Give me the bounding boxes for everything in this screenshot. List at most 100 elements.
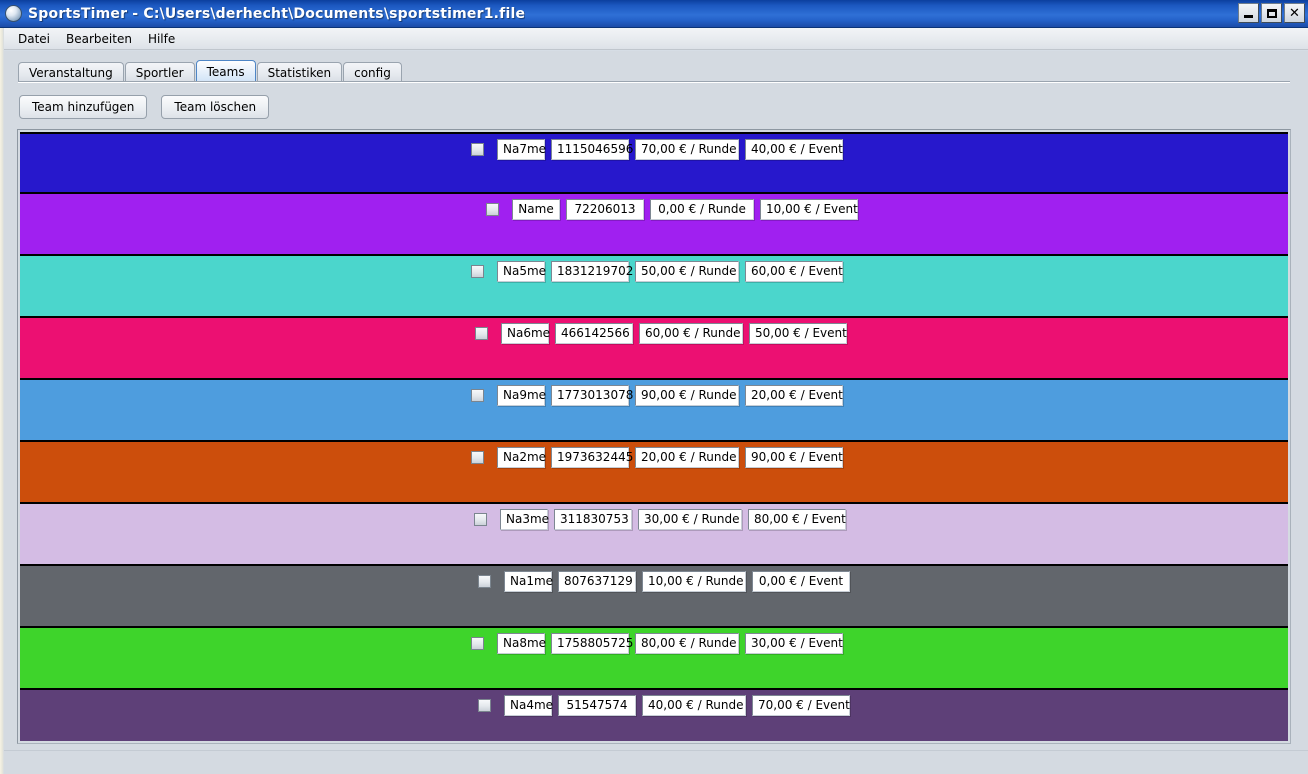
team-select-checkbox[interactable] — [478, 575, 491, 588]
tab-underline — [18, 81, 1290, 83]
team-name-input[interactable]: Na5me — [497, 261, 546, 282]
content-panel: Veranstaltung Sportler Teams Statistiken con… — [0, 51, 1308, 774]
team-price-per-round-input[interactable]: 60,00 € / Runde — [639, 323, 743, 344]
team-price-per-round-input[interactable]: 90,00 € / Runde — [635, 385, 739, 406]
team-name-input[interactable]: Na3me — [500, 509, 549, 530]
team-name-input[interactable]: Na4me — [504, 695, 553, 716]
team-select-checkbox[interactable] — [471, 451, 484, 464]
team-row[interactable]: Na3me 311830753 30,00 € / Runde 80,00 € / E… — [20, 504, 1288, 566]
team-select-checkbox[interactable] — [478, 699, 491, 712]
team-price-per-event-input[interactable]: 70,00 € / Event — [752, 695, 850, 716]
team-row-fields: Na5me 1831219702 50,00 € / Runde 60,00 € / … — [471, 261, 843, 282]
team-name-input[interactable]: Na8me — [497, 633, 546, 654]
app-globe-icon — [5, 5, 22, 22]
team-row[interactable]: Na4me 51547574 40,00 € / Runde 70,00 € / Ev… — [20, 690, 1288, 741]
team-row-fields: Na3me 311830753 30,00 € / Runde 80,00 € / E… — [474, 509, 846, 530]
team-id-input[interactable]: 311830753 — [554, 509, 632, 530]
team-name-input[interactable]: Na6me — [501, 323, 550, 344]
maximize-button[interactable] — [1261, 3, 1282, 23]
team-price-per-event-input[interactable]: 60,00 € / Event — [745, 261, 843, 282]
team-row-fields: Na2me 1973632445 20,00 € / Runde 90,00 € / … — [471, 447, 843, 468]
team-row[interactable]: Na9me 1773013078 90,00 € / Runde 20,00 € / … — [20, 380, 1288, 442]
team-price-per-round-input[interactable]: 70,00 € / Runde — [635, 139, 739, 160]
team-price-per-event-input[interactable]: 90,00 € / Event — [745, 447, 843, 468]
menu-bar: Datei Bearbeiten Hilfe — [0, 28, 1308, 50]
delete-team-button[interactable]: Team löschen — [161, 95, 270, 119]
team-name-input[interactable]: Name — [512, 199, 560, 220]
team-row[interactable]: Name 72206013 0,00 € / Runde 10,00 € / Even… — [20, 194, 1288, 256]
team-select-checkbox[interactable] — [486, 203, 499, 216]
team-price-per-round-input[interactable]: 30,00 € / Runde — [638, 509, 742, 530]
menu-item-hilfe[interactable]: Hilfe — [140, 30, 183, 48]
teams-list-frame: Na7me 1115046596 70,00 € / Runde 40,00 € / … — [17, 129, 1291, 744]
title-bar: SportsTimer - C:\Users\derhecht\Document… — [0, 0, 1308, 28]
team-price-per-event-input[interactable]: 10,00 € / Event — [760, 199, 858, 220]
team-name-input[interactable]: Na9me — [497, 385, 546, 406]
window-bottom-edge — [0, 750, 1308, 774]
team-row-fields: Na7me 1115046596 70,00 € / Runde 40,00 € / … — [471, 139, 843, 160]
team-id-input[interactable]: 1758805725 — [551, 633, 633, 654]
teams-list: Na7me 1115046596 70,00 € / Runde 40,00 € / … — [20, 132, 1288, 741]
team-row-fields: Name 72206013 0,00 € / Runde 10,00 € / Even… — [486, 199, 858, 220]
tab-statistiken[interactable]: Statistiken — [256, 62, 343, 83]
team-row-fields: Na8me 1758805725 80,00 € / Runde 30,00 € / … — [471, 633, 843, 654]
team-price-per-event-input[interactable]: 30,00 € / Event — [745, 633, 843, 654]
team-row[interactable]: Na7me 1115046596 70,00 € / Runde 40,00 € / … — [20, 132, 1288, 194]
team-id-input[interactable]: 51547574 — [558, 695, 636, 716]
tab-veranstaltung[interactable]: Veranstaltung — [18, 62, 124, 83]
team-select-checkbox[interactable] — [471, 265, 484, 278]
window-title: SportsTimer - C:\Users\derhecht\Document… — [28, 5, 526, 22]
team-id-input[interactable]: 72206013 — [566, 199, 644, 220]
toolbar: Team hinzufügen Team löschen — [19, 95, 270, 119]
minimize-button[interactable] — [1238, 3, 1259, 23]
team-select-checkbox[interactable] — [471, 389, 484, 402]
close-icon: ✕ — [1289, 5, 1300, 21]
team-name-input[interactable]: Na2me — [497, 447, 546, 468]
team-id-input[interactable]: 1831219702 — [551, 261, 633, 282]
team-id-input[interactable]: 807637129 — [558, 571, 636, 592]
team-price-per-event-input[interactable]: 50,00 € / Event — [749, 323, 847, 344]
team-row[interactable]: Na8me 1758805725 80,00 € / Runde 30,00 € / … — [20, 628, 1288, 690]
team-id-input[interactable]: 1973632445 — [551, 447, 633, 468]
team-row-fields: Na6me 466142566 60,00 € / Runde 50,00 € / E… — [475, 323, 847, 344]
team-price-per-round-input[interactable]: 80,00 € / Runde — [635, 633, 739, 654]
team-select-checkbox[interactable] — [474, 513, 487, 526]
team-price-per-event-input[interactable]: 80,00 € / Event — [748, 509, 846, 530]
team-row-fields: Na9me 1773013078 90,00 € / Runde 20,00 € / … — [471, 385, 843, 406]
team-row[interactable]: Na5me 1831219702 50,00 € / Runde 60,00 € / … — [20, 256, 1288, 318]
team-row[interactable]: Na1me 807637129 10,00 € / Runde 0,00 € / Ev… — [20, 566, 1288, 628]
team-price-per-round-input[interactable]: 20,00 € / Runde — [635, 447, 739, 468]
team-row-fields: Na4me 51547574 40,00 € / Runde 70,00 € / Ev… — [478, 695, 850, 716]
maximize-icon — [1266, 8, 1277, 18]
tab-strip: Veranstaltung Sportler Teams Statistiken con… — [18, 59, 403, 83]
menu-item-bearbeiten[interactable]: Bearbeiten — [58, 30, 140, 48]
team-row[interactable]: Na2me 1973632445 20,00 € / Runde 90,00 € / … — [20, 442, 1288, 504]
close-button[interactable]: ✕ — [1284, 3, 1305, 23]
team-price-per-round-input[interactable]: 0,00 € / Runde — [650, 199, 754, 220]
window-left-edge — [0, 28, 4, 774]
team-name-input[interactable]: Na1me — [504, 571, 553, 592]
team-id-input[interactable]: 1115046596 — [551, 139, 633, 160]
team-row[interactable]: Na6me 466142566 60,00 € / Runde 50,00 € / E… — [20, 318, 1288, 380]
team-name-input[interactable]: Na7me — [497, 139, 546, 160]
team-row-fields: Na1me 807637129 10,00 € / Runde 0,00 € / Ev… — [478, 571, 850, 592]
team-price-per-event-input[interactable]: 40,00 € / Event — [745, 139, 843, 160]
team-id-input[interactable]: 1773013078 — [551, 385, 633, 406]
tab-teams[interactable]: Teams — [195, 60, 256, 83]
menu-item-datei[interactable]: Datei — [10, 30, 58, 48]
add-team-button[interactable]: Team hinzufügen — [19, 95, 148, 119]
team-price-per-round-input[interactable]: 50,00 € / Runde — [635, 261, 739, 282]
team-price-per-event-input[interactable]: 20,00 € / Event — [745, 385, 843, 406]
team-select-checkbox[interactable] — [471, 143, 484, 156]
application-window: SportsTimer - C:\Users\derhecht\Document… — [0, 0, 1308, 774]
team-id-input[interactable]: 466142566 — [555, 323, 633, 344]
tab-config[interactable]: config — [343, 62, 402, 83]
tab-sportler[interactable]: Sportler — [124, 62, 195, 83]
window-controls: ✕ — [1238, 3, 1305, 23]
minimize-icon — [1244, 15, 1253, 18]
team-select-checkbox[interactable] — [475, 327, 488, 340]
team-price-per-round-input[interactable]: 40,00 € / Runde — [642, 695, 746, 716]
team-select-checkbox[interactable] — [471, 637, 484, 650]
team-price-per-event-input[interactable]: 0,00 € / Event — [752, 571, 850, 592]
team-price-per-round-input[interactable]: 10,00 € / Runde — [642, 571, 746, 592]
